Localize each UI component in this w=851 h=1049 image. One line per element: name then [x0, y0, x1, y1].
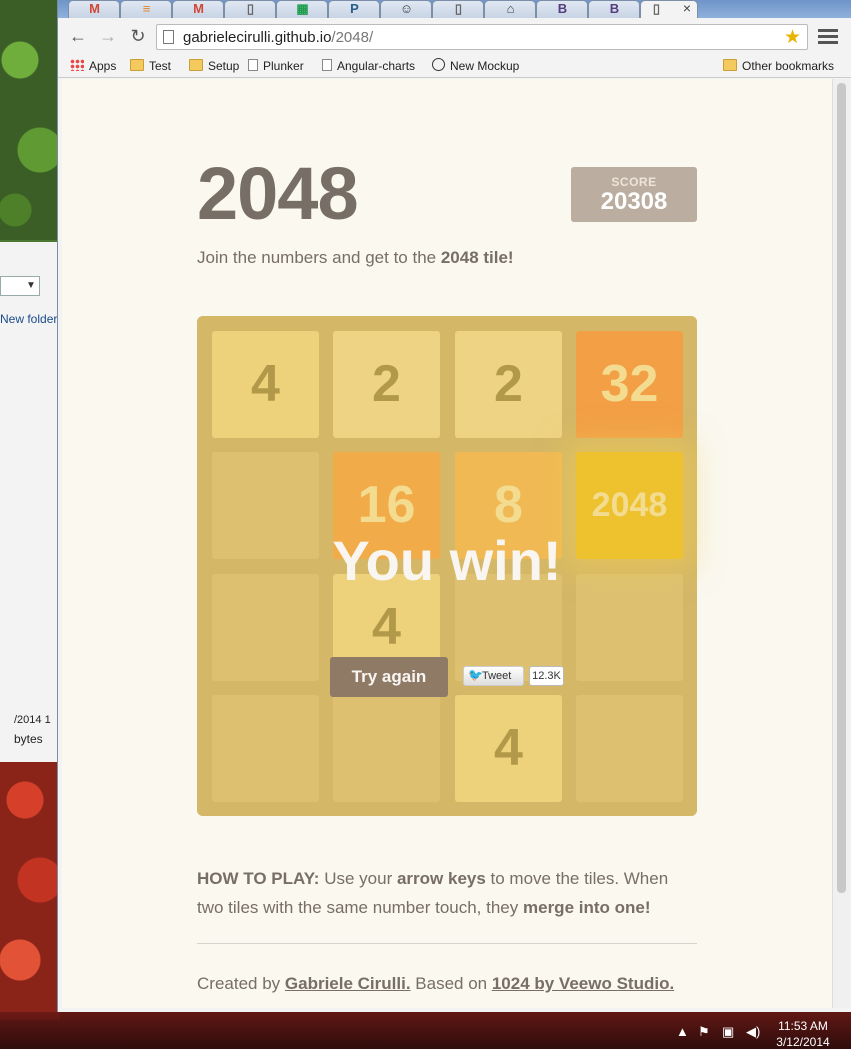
- page-icon: [322, 59, 332, 71]
- home-icon: ⌂: [506, 1, 515, 16]
- clock-date: 3/12/2014: [776, 1035, 830, 1049]
- chevron-down-icon: ▼: [26, 280, 36, 291]
- how-to-play: HOW TO PLAY: Use your arrow keys to move…: [197, 869, 669, 917]
- page-icon: ▯: [652, 1, 661, 16]
- browser-window: M ≡ M ▯ ▦ P ☺ ▯ ⌂ B B ▯ × ← → ↻ gabrielecirulli.gith…: [57, 0, 851, 1012]
- tweet-count: 12.3K: [529, 666, 564, 686]
- scrollbar[interactable]: [832, 79, 850, 1008]
- page-icon: ▯: [246, 1, 255, 16]
- based-on-link[interactable]: 1024 by Veewo Studio.: [492, 974, 674, 993]
- bootstrap-icon: B: [557, 1, 568, 16]
- browser-tab[interactable]: M: [172, 0, 224, 18]
- folder-icon: [723, 59, 737, 71]
- page-icon: ▯: [454, 1, 463, 16]
- divider: [197, 943, 697, 944]
- browser-tab[interactable]: B: [536, 0, 588, 18]
- intro-bold: 2048 tile!: [440, 248, 514, 267]
- browser-tab[interactable]: ⌂: [484, 0, 536, 18]
- tab-strip: M ≡ M ▯ ▦ P ☺ ▯ ⌂ B B ▯ ×: [58, 0, 851, 18]
- folder-icon: [189, 59, 203, 71]
- bookmark-apps[interactable]: Apps: [70, 57, 116, 75]
- bookmark-other[interactable]: Other bookmarks: [723, 57, 834, 75]
- browser-tab[interactable]: ▯ ×: [640, 0, 698, 18]
- win-message: You win!: [332, 529, 562, 592]
- explorer-date-fragment: /2014 1: [14, 714, 51, 726]
- page-title: 2048: [197, 152, 359, 235]
- taskbar-clock[interactable]: 11:53 AM 3/12/2014: [768, 1018, 838, 1049]
- gmail-icon: M: [193, 1, 204, 16]
- forward-icon[interactable]: →: [96, 24, 120, 48]
- menu-icon[interactable]: [818, 26, 838, 46]
- browser-tab[interactable]: ☺: [380, 0, 432, 18]
- address-bar[interactable]: gabrielecirulli.github.io/2048/ ★: [156, 24, 808, 50]
- browser-tab[interactable]: M: [68, 0, 120, 18]
- browser-tab[interactable]: B: [588, 0, 640, 18]
- desktop-wallpaper-leaves-top: [0, 0, 60, 240]
- bookmark-angular-charts[interactable]: Angular-charts: [322, 57, 415, 75]
- how-to-play-label: HOW TO PLAY:: [197, 869, 320, 888]
- score-label: SCORE: [611, 175, 657, 189]
- gmail-icon: M: [89, 1, 100, 16]
- credits: Created by Gabriele Cirulli. Based on 10…: [197, 974, 675, 993]
- stackoverflow-icon: ≡: [142, 1, 151, 16]
- win-overlay: You win! Try again 🐦 Tweet 12.3K: [197, 316, 697, 816]
- address-url[interactable]: gabrielecirulli.github.io/2048/: [183, 29, 373, 46]
- browser-tab[interactable]: P: [328, 0, 380, 18]
- folder-icon: [130, 59, 144, 71]
- game-board[interactable]: 42232168204844 You win! Try again 🐦Tweet…: [197, 316, 697, 816]
- background-explorer-window[interactable]: ▼ New folder /2014 1 bytes: [0, 242, 58, 762]
- intro-text: Join the numbers and get to the 2048 til…: [197, 248, 514, 267]
- twitter-bird-icon: 🐦: [468, 668, 483, 682]
- volume-icon[interactable]: ◀): [746, 1024, 760, 1040]
- browser-tab[interactable]: ▦: [276, 0, 328, 18]
- score-box: SCORE 20308: [571, 167, 697, 222]
- page-icon: [163, 30, 174, 44]
- sheets-icon: ▦: [296, 1, 309, 16]
- reload-icon[interactable]: ↻: [126, 24, 150, 48]
- bookmarks-bar: Apps Test Setup Plunker Angular-charts N…: [58, 54, 851, 78]
- bootstrap-icon: B: [609, 1, 620, 16]
- bookmark-star-icon[interactable]: ★: [784, 26, 801, 49]
- bookmark-plunker[interactable]: Plunker: [248, 57, 304, 75]
- try-again-button[interactable]: Try again: [330, 657, 448, 697]
- browser-tab[interactable]: ▯: [432, 0, 484, 18]
- clock-time: 11:53 AM: [778, 1019, 828, 1033]
- close-tab-icon[interactable]: ×: [683, 0, 691, 16]
- score-value: 20308: [600, 188, 668, 215]
- explorer-bytes-fragment: bytes: [14, 732, 43, 746]
- scrollbar-thumb[interactable]: [837, 83, 846, 893]
- desktop-wallpaper-leaves-bottom: [0, 760, 60, 1020]
- tray-expand-icon[interactable]: ▲: [676, 1024, 689, 1039]
- action-center-flag-icon[interactable]: ⚑: [698, 1024, 710, 1040]
- page-viewport: 2048 SCORE 20308 Join the numbers and ge…: [62, 79, 832, 1008]
- network-icon[interactable]: ▣: [722, 1024, 734, 1040]
- tweet-button[interactable]: 🐦 Tweet: [463, 666, 524, 686]
- smiley-icon: [432, 58, 445, 71]
- taskbar: ▲ ⚑ ▣ ◀) 11:53 AM 3/12/2014: [0, 1012, 851, 1049]
- p-icon: P: [350, 1, 359, 16]
- browser-tab[interactable]: ▯: [224, 0, 276, 18]
- apps-grid-icon: [70, 59, 84, 71]
- smiley-icon: ☺: [399, 1, 414, 16]
- browser-toolbar: ← → ↻ gabrielecirulli.github.io/2048/ ★: [58, 18, 851, 54]
- browser-tab[interactable]: ≡: [120, 0, 172, 18]
- bookmark-new-mockup[interactable]: New Mockup: [432, 57, 519, 75]
- bookmark-test[interactable]: Test: [130, 57, 171, 75]
- bookmark-setup[interactable]: Setup: [189, 57, 239, 75]
- author-link[interactable]: Gabriele Cirulli.: [285, 974, 411, 993]
- explorer-new-folder-button[interactable]: New folder: [0, 312, 57, 326]
- back-icon[interactable]: ←: [66, 24, 90, 48]
- download-icon: [248, 59, 258, 71]
